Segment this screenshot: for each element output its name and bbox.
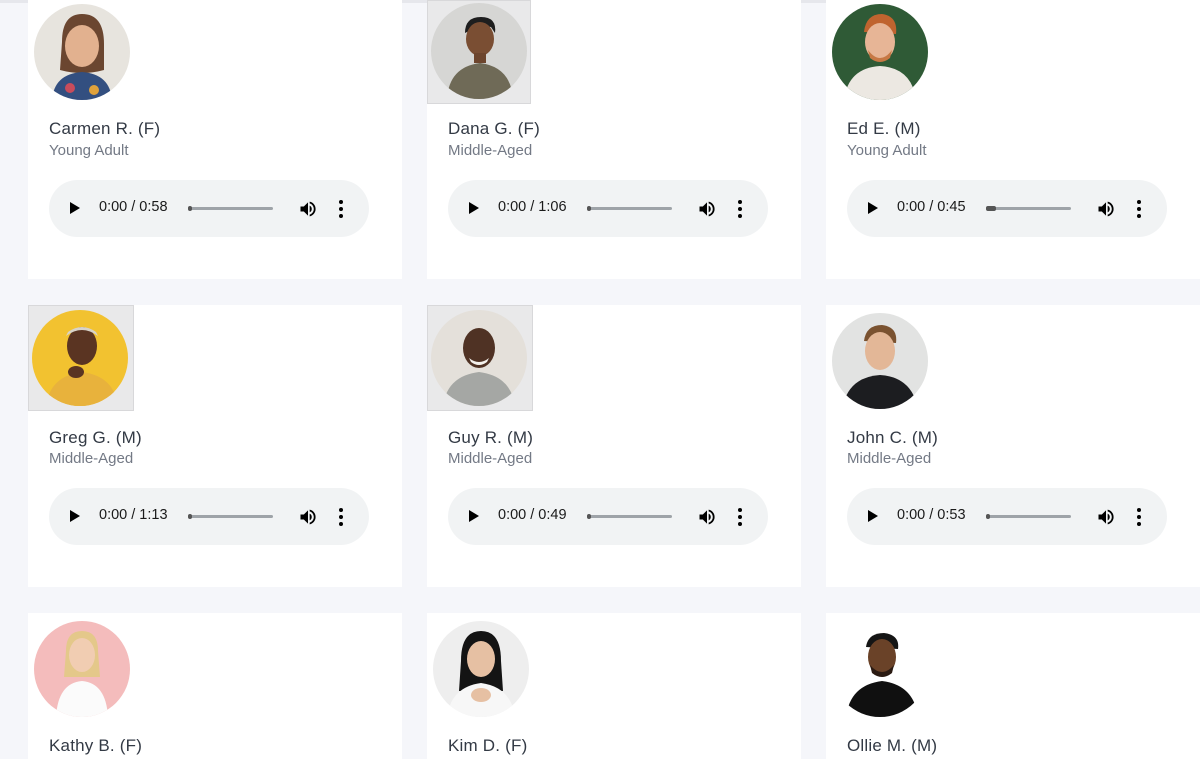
avatar <box>32 619 130 717</box>
voice-age: Middle-Aged <box>448 142 533 159</box>
audio-time: 0:00 / 0:45 <box>897 199 966 215</box>
avatar <box>830 2 928 100</box>
voice-age: Middle-Aged <box>448 450 533 467</box>
voice-name: Guy R. (M) <box>448 428 534 447</box>
voice-age: Young Adult <box>847 142 927 159</box>
volume-icon[interactable] <box>298 199 318 219</box>
more-options-icon[interactable] <box>338 200 344 218</box>
voice-card: John C. (M) Middle-Aged 0:00 / 0:53 <box>826 305 1200 587</box>
audio-player: 0:00 / 1:13 <box>49 488 369 545</box>
audio-progress-slider[interactable] <box>188 206 273 211</box>
audio-player: 0:00 / 0:58 <box>49 180 369 237</box>
voice-card: Kathy B. (F) <box>28 613 402 759</box>
play-icon[interactable] <box>70 202 80 214</box>
audio-player: 0:00 / 0:49 <box>448 488 768 545</box>
play-icon[interactable] <box>469 202 479 214</box>
audio-time: 0:00 / 0:49 <box>498 507 567 523</box>
more-options-icon[interactable] <box>1136 200 1142 218</box>
more-options-icon[interactable] <box>737 200 743 218</box>
audio-progress-slider[interactable] <box>587 514 672 519</box>
volume-icon[interactable] <box>697 199 717 219</box>
avatar <box>830 311 928 409</box>
audio-progress-slider[interactable] <box>188 514 273 519</box>
volume-icon[interactable] <box>1096 199 1116 219</box>
audio-player: 0:00 / 0:53 <box>847 488 1167 545</box>
voice-name: Dana G. (F) <box>448 119 540 138</box>
audio-player: 0:00 / 0:45 <box>847 180 1167 237</box>
volume-icon[interactable] <box>1096 507 1116 527</box>
voice-card: Ollie M. (M) <box>826 613 1200 759</box>
audio-time: 0:00 / 0:58 <box>99 199 168 215</box>
play-icon[interactable] <box>70 510 80 522</box>
volume-icon[interactable] <box>697 507 717 527</box>
more-options-icon[interactable] <box>1136 508 1142 526</box>
voice-card: Dana G. (F) Middle-Aged 0:00 / 1:06 <box>427 0 801 279</box>
avatar <box>427 305 533 411</box>
voice-card: Kim D. (F) <box>427 613 801 759</box>
voice-age: Young Adult <box>49 142 129 159</box>
voice-name: Greg G. (M) <box>49 428 142 447</box>
play-icon[interactable] <box>868 202 878 214</box>
avatar <box>28 305 134 411</box>
voice-age: Middle-Aged <box>49 450 134 467</box>
avatar <box>427 0 531 104</box>
more-options-icon[interactable] <box>737 508 743 526</box>
audio-progress-slider[interactable] <box>986 206 1071 211</box>
avatar <box>830 619 928 717</box>
volume-icon[interactable] <box>298 507 318 527</box>
voice-card: Ed E. (M) Young Adult 0:00 / 0:45 <box>826 0 1200 279</box>
audio-progress-slider[interactable] <box>986 514 1071 519</box>
voice-name: Ollie M. (M) <box>847 736 938 755</box>
voice-name: Ed E. (M) <box>847 119 921 138</box>
voice-age: Middle-Aged <box>847 450 932 467</box>
play-icon[interactable] <box>868 510 878 522</box>
voice-name: Kathy B. (F) <box>49 736 143 755</box>
audio-time: 0:00 / 1:06 <box>498 199 567 215</box>
voice-name: John C. (M) <box>847 428 938 447</box>
play-icon[interactable] <box>469 510 479 522</box>
audio-player: 0:00 / 1:06 <box>448 180 768 237</box>
audio-progress-slider[interactable] <box>587 206 672 211</box>
voice-card: Guy R. (M) Middle-Aged 0:00 / 0:49 <box>427 305 801 587</box>
audio-time: 0:00 / 0:53 <box>897 507 966 523</box>
more-options-icon[interactable] <box>338 508 344 526</box>
voice-card: Carmen R. (F) Young Adult 0:00 / 0:58 <box>28 0 402 279</box>
voice-name: Carmen R. (F) <box>49 119 161 138</box>
avatar <box>32 2 130 100</box>
voice-name: Kim D. (F) <box>448 736 528 755</box>
audio-time: 0:00 / 1:13 <box>99 507 168 523</box>
voice-card: Greg G. (M) Middle-Aged 0:00 / 1:13 <box>28 305 402 587</box>
avatar <box>431 619 529 717</box>
